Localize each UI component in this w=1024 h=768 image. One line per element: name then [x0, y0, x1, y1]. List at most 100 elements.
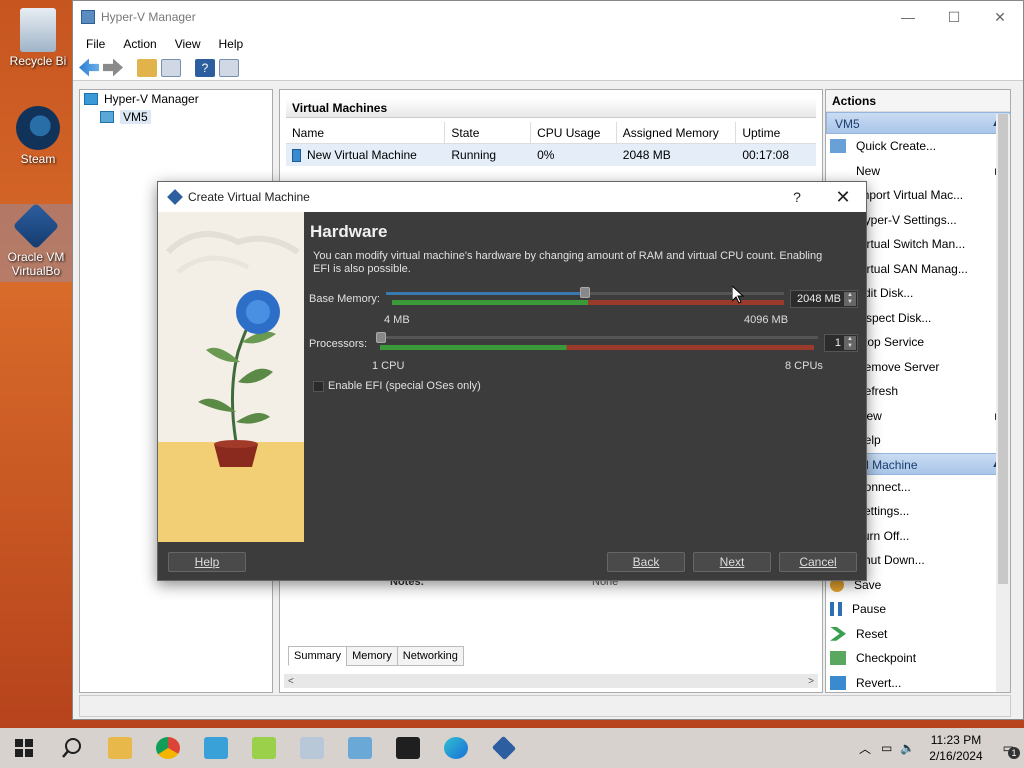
notification-center-icon[interactable]: ▭ 1	[993, 741, 1024, 759]
virtualbox-icon	[167, 189, 183, 205]
taskbar-terminal[interactable]	[384, 728, 432, 768]
create-vm-dialog: Create Virtual Machine ? ✕ Hardware You …	[157, 181, 867, 581]
taskbar-app-clipboard[interactable]	[240, 728, 288, 768]
show-hide-action-pane-icon[interactable]	[219, 58, 239, 77]
spin-arrows-icon[interactable]: ▲ ▼	[844, 336, 856, 350]
chevron-up-icon[interactable]: ︿	[853, 740, 877, 757]
close-icon[interactable]: ✕	[820, 187, 866, 208]
tree-item-host[interactable]: VM5	[80, 108, 272, 126]
vm-memory: 2048 MB	[622, 148, 671, 162]
action-quick-create[interactable]: Quick Create...	[826, 134, 1010, 159]
col-memory[interactable]: Assigned Memory	[617, 121, 737, 144]
hardware-page: Hardware You can modify virtual machine'…	[304, 212, 866, 542]
building-icon	[204, 737, 228, 759]
scroll-right-icon[interactable]: >	[808, 676, 814, 687]
enable-efi-label[interactable]: Enable EFI (special OSes only)	[328, 380, 481, 392]
show-hide-tree-icon[interactable]	[161, 58, 181, 77]
back-arrow-icon[interactable]	[79, 58, 99, 77]
processors-min-label: 1 CPU	[372, 360, 405, 372]
back-button-label: Back	[632, 555, 660, 569]
horizontal-scrollbar[interactable]: < >	[284, 674, 818, 688]
taskbar-hyperv[interactable]	[336, 728, 384, 768]
system-tray: ︿ ▭ 🔈 11:23 PM 2/16/2024 ▭ 1	[853, 728, 1024, 768]
processors-slider-thumb[interactable]	[376, 332, 386, 343]
taskbar-edge[interactable]	[432, 728, 480, 768]
actions-title: Actions	[826, 90, 1010, 112]
processors-value: 1	[834, 337, 841, 349]
maximize-icon[interactable]: ☐	[931, 9, 977, 26]
chrome-icon	[156, 737, 180, 759]
col-uptime[interactable]: Uptime	[736, 122, 816, 144]
menu-help[interactable]: Help	[210, 37, 253, 51]
taskbar-file-explorer[interactable]	[96, 728, 144, 768]
action-pause[interactable]: Pause	[826, 597, 1010, 622]
action-reset[interactable]: Reset	[826, 622, 1010, 647]
menu-view[interactable]: View	[166, 37, 210, 51]
action-label: Reset	[856, 626, 888, 641]
steam-icon	[16, 106, 60, 150]
enable-efi-checkbox[interactable]	[313, 381, 324, 392]
hyperv-titlebar[interactable]: Hyper-V Manager — ☐ ✕	[73, 1, 1023, 33]
actions-scrollbar[interactable]	[996, 114, 1010, 692]
col-state[interactable]: State	[445, 121, 532, 144]
back-button[interactable]: Back	[607, 552, 685, 572]
flower-pot-illustration	[158, 231, 304, 542]
action-new[interactable]: New▶	[826, 159, 1010, 184]
terminal-icon	[396, 737, 420, 759]
table-row[interactable]: New Virtual Machine Running 0% 2048 MB 0…	[286, 144, 816, 166]
desktop-icon-label: Oracle VM VirtualBo	[7, 250, 65, 278]
menu-file[interactable]: File	[77, 37, 114, 51]
taskbar-app-image[interactable]	[288, 728, 336, 768]
memory-slider-thumb[interactable]	[580, 287, 590, 298]
cancel-button[interactable]: Cancel	[779, 552, 857, 572]
clock[interactable]: 11:23 PM 2/16/2024	[919, 732, 992, 764]
recycle-bin-icon	[20, 8, 56, 52]
action-label: Inspect Disk...	[856, 310, 932, 325]
forward-arrow-icon[interactable]	[103, 58, 123, 77]
search-button[interactable]	[48, 728, 96, 768]
actions-section-host[interactable]: VM5 ▲	[826, 112, 1010, 134]
tab-memory[interactable]: Memory	[346, 646, 398, 666]
scroll-left-icon[interactable]: <	[288, 676, 294, 687]
taskbar-app-building[interactable]	[192, 728, 240, 768]
desktop-icon-recycle-bin[interactable]: Recycle Bi	[2, 8, 74, 68]
memory-spinbox[interactable]: 2048 MB ▲ ▼	[790, 290, 858, 308]
minimize-icon[interactable]: —	[885, 9, 931, 26]
scroll-thumb[interactable]	[998, 114, 1008, 584]
help-button[interactable]: Help	[168, 552, 246, 572]
processors-max-label: 8 CPUs	[785, 360, 823, 372]
start-button[interactable]	[0, 728, 48, 768]
processors-slider-track[interactable]	[376, 336, 818, 339]
taskbar-virtualbox[interactable]	[480, 728, 528, 768]
tree-item-hyperv-manager[interactable]: Hyper-V Manager	[80, 90, 272, 108]
next-button-label: Next	[719, 555, 745, 569]
next-button[interactable]: Next	[693, 552, 771, 572]
help-icon[interactable]: ?	[195, 58, 215, 77]
dialog-titlebar[interactable]: Create Virtual Machine ? ✕	[158, 182, 866, 212]
action-label: Virtual Switch Man...	[856, 237, 966, 251]
tab-summary[interactable]: Summary	[288, 646, 348, 666]
desktop-icon-steam[interactable]: Steam	[2, 106, 74, 166]
tab-networking[interactable]: Networking	[396, 646, 464, 666]
action-checkpoint[interactable]: Checkpoint	[826, 646, 1010, 671]
memory-slider-scale	[392, 300, 784, 305]
action-label: Virtual SAN Manag...	[856, 261, 968, 276]
col-name[interactable]: Name	[286, 121, 446, 144]
close-icon[interactable]: ✕	[977, 9, 1023, 26]
network-icon[interactable]: ▭	[877, 741, 896, 755]
help-icon[interactable]: ?	[774, 189, 820, 205]
pause-icon	[830, 602, 842, 617]
action-label: Remove Server	[856, 359, 940, 374]
tree-label: Hyper-V Manager	[104, 92, 199, 106]
taskbar-chrome[interactable]	[144, 728, 192, 768]
wizard-illustration	[158, 212, 304, 542]
action-revert[interactable]: Revert...	[826, 671, 1010, 693]
desktop-icon-virtualbox[interactable]: Oracle VM VirtualBo	[0, 202, 72, 282]
reset-icon	[830, 626, 846, 641]
col-cpu[interactable]: CPU Usage	[531, 121, 617, 144]
spin-arrows-icon[interactable]: ▲ ▼	[844, 292, 856, 306]
menu-action[interactable]: Action	[114, 37, 165, 51]
processors-spinbox[interactable]: 1 ▲ ▼	[824, 334, 858, 352]
volume-icon[interactable]: 🔈	[896, 741, 919, 755]
up-folder-icon[interactable]	[137, 58, 157, 77]
